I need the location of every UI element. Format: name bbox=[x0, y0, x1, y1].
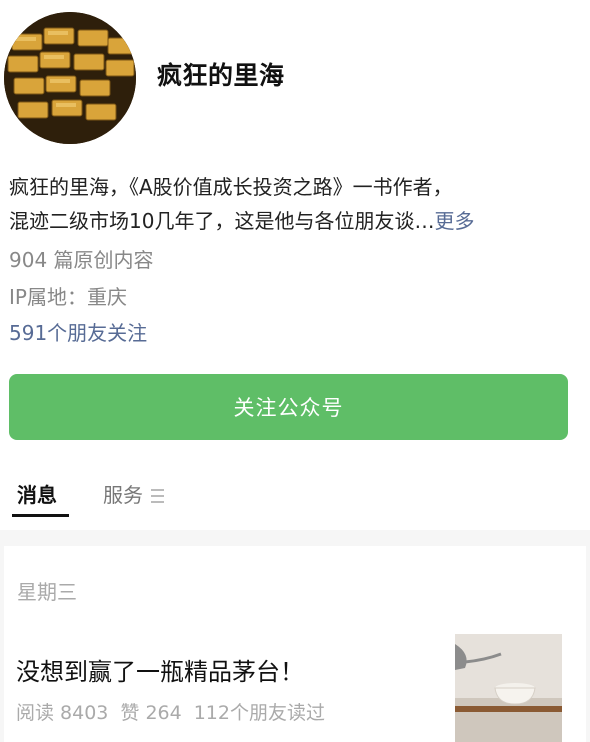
tab-services-label: 服务 bbox=[103, 483, 143, 507]
tab-messages[interactable]: 消息 bbox=[17, 480, 57, 510]
bio-line-2-text: 混迹二级市场10几年了，这是他与各位朋友谈… bbox=[9, 209, 435, 233]
account-name: 疯狂的里海 bbox=[157, 61, 285, 90]
menu-icon bbox=[151, 489, 164, 503]
day-label: 星期三 bbox=[17, 580, 77, 604]
article-stats: 阅读 8403 赞 264 112个朋友读过 bbox=[16, 698, 337, 725]
follow-button[interactable]: 关注公众号 bbox=[9, 374, 568, 440]
bio-more-link[interactable]: 更多 bbox=[434, 209, 474, 233]
tab-services[interactable]: 服务 bbox=[103, 480, 164, 510]
read-count: 阅读 8403 bbox=[16, 702, 109, 724]
feed-card: 星期三 没想到赢了一瓶精品茅台！ 阅读 8403 赞 264 112个朋友读过 bbox=[4, 546, 586, 742]
friends-read: 112个朋友读过 bbox=[193, 702, 325, 724]
like-count: 赞 264 bbox=[120, 702, 182, 724]
ip-location: IP属地：重庆 bbox=[9, 285, 127, 309]
bio-line-1: 疯狂的里海，《A股价值成长投资之路》一书作者， bbox=[9, 175, 453, 199]
teapot-cup-image bbox=[455, 634, 562, 742]
article-title[interactable]: 没想到赢了一瓶精品茅台！ bbox=[16, 652, 304, 687]
active-tab-indicator bbox=[12, 514, 69, 517]
account-avatar[interactable] bbox=[4, 12, 136, 144]
original-count: 904 篇原创内容 bbox=[9, 248, 154, 272]
bio-line-2: 混迹二级市场10几年了，这是他与各位朋友谈…更多 bbox=[9, 204, 569, 238]
article-thumbnail[interactable] bbox=[455, 634, 562, 742]
followers-link[interactable]: 591个朋友关注 bbox=[9, 316, 147, 350]
account-bio: 疯狂的里海，《A股价值成长投资之路》一书作者， 混迹二级市场10几年了，这是他与… bbox=[9, 170, 569, 238]
gold-bars-image bbox=[4, 12, 136, 144]
